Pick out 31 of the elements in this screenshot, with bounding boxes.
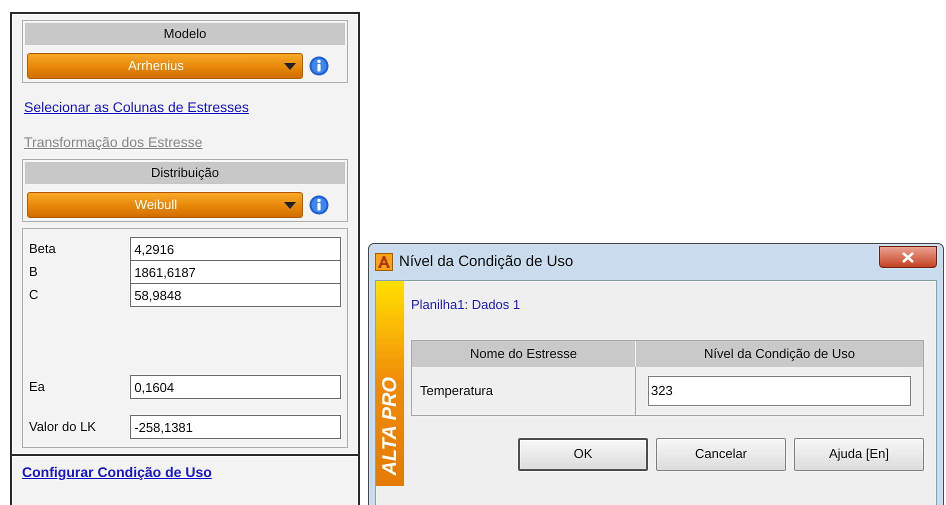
dialog-button[interactable]: OK	[518, 438, 648, 470]
app-icon	[375, 253, 393, 271]
section-header: Modelo	[25, 23, 345, 45]
link[interactable]: Selecionar as Colunas de Estresses	[24, 97, 249, 118]
input-field[interactable]: -258,1381	[130, 415, 341, 439]
parameter-label: Valor do LK	[29, 418, 97, 436]
dialog-button[interactable]: Cancelar	[656, 438, 786, 470]
input-field[interactable]: 4,2916	[130, 237, 341, 261]
sheet-label: Planilha1: Dados 1	[411, 296, 522, 314]
parameter-label: C	[29, 286, 40, 304]
window-title: Nível da Condição de Uso	[399, 252, 574, 272]
section-header: Distribuição	[25, 162, 345, 184]
link[interactable]: Configurar Condição de Uso	[22, 462, 212, 483]
brand-strip: ALTA PRO	[376, 281, 404, 486]
input-field[interactable]: 58,9848	[130, 283, 341, 307]
table-cell: Temperatura	[412, 366, 636, 414]
parameter-label: B	[29, 262, 39, 281]
input-field[interactable]: 1861,6187	[130, 260, 341, 284]
dialog-button[interactable]: Ajuda [En]	[794, 438, 924, 470]
caret-icon	[284, 202, 296, 208]
info-icon[interactable]	[309, 56, 329, 76]
close-icon	[902, 252, 914, 262]
parameter-label: Ea	[29, 378, 46, 396]
column-header: Nível da Condição de Uso	[636, 340, 923, 366]
parameter-label: Beta	[29, 240, 57, 258]
column-header: Nome do Estresse	[412, 340, 636, 366]
input-field[interactable]: 323	[648, 376, 911, 406]
close-button[interactable]	[879, 246, 937, 268]
input-field[interactable]: 0,1604	[130, 375, 341, 399]
info-icon[interactable]	[309, 195, 329, 215]
caret-icon	[284, 62, 296, 70]
